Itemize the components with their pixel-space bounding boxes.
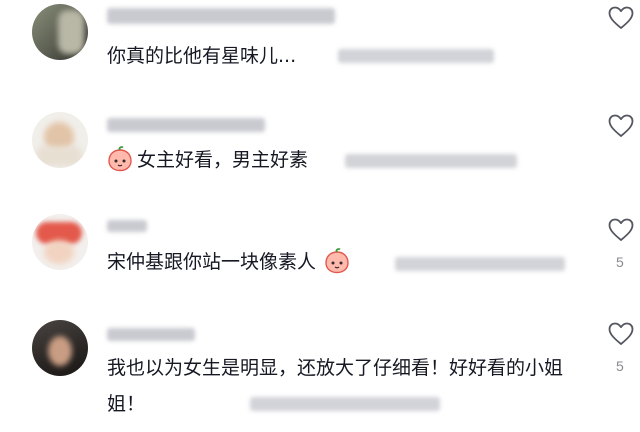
like-count: 5 — [616, 358, 624, 374]
timestamp-blurred — [395, 257, 565, 271]
avatar[interactable] — [32, 320, 88, 376]
comment-text: 我也以为女生是明显，还放大了仔细看！好好看的小姐姐！ — [107, 357, 564, 415]
username-blurred[interactable] — [107, 118, 265, 132]
comment-text-content: 宋仲基跟你站一块像素人 — [107, 251, 317, 273]
comment-item: 女主好看，男主好素 — [0, 108, 640, 208]
like-count: 5 — [616, 254, 624, 270]
timestamp-blurred — [345, 154, 517, 168]
heart-outline-icon[interactable] — [608, 6, 634, 30]
heart-outline-icon[interactable] — [608, 114, 634, 138]
timestamp-blurred — [338, 49, 494, 63]
comment-text: 你真的比他有星味儿... — [107, 45, 297, 67]
comment-item: 我也以为女生是明显，还放大了仔细看！好好看的小姐姐！ 5 — [0, 312, 640, 432]
avatar[interactable] — [32, 4, 88, 60]
heart-outline-icon[interactable] — [608, 218, 634, 242]
avatar[interactable] — [32, 112, 88, 168]
timestamp-blurred — [250, 397, 440, 411]
comment-text: 宋仲基跟你站一块像素人 — [107, 246, 354, 278]
comment-item: 你真的比他有星味儿... — [0, 0, 640, 108]
peach-emoji-icon — [108, 146, 132, 172]
comment-text: 女主好看，男主好素 — [107, 144, 308, 176]
peach-emoji-icon — [325, 248, 349, 274]
username-blurred[interactable] — [107, 328, 195, 341]
heart-outline-icon[interactable] — [608, 322, 634, 346]
comment-item: 宋仲基跟你站一块像素人 5 — [0, 208, 640, 312]
username-blurred[interactable] — [107, 8, 335, 24]
comment-text-content: 女主好看，男主好素 — [137, 149, 309, 171]
username-blurred[interactable] — [107, 220, 147, 232]
avatar[interactable] — [32, 214, 88, 270]
